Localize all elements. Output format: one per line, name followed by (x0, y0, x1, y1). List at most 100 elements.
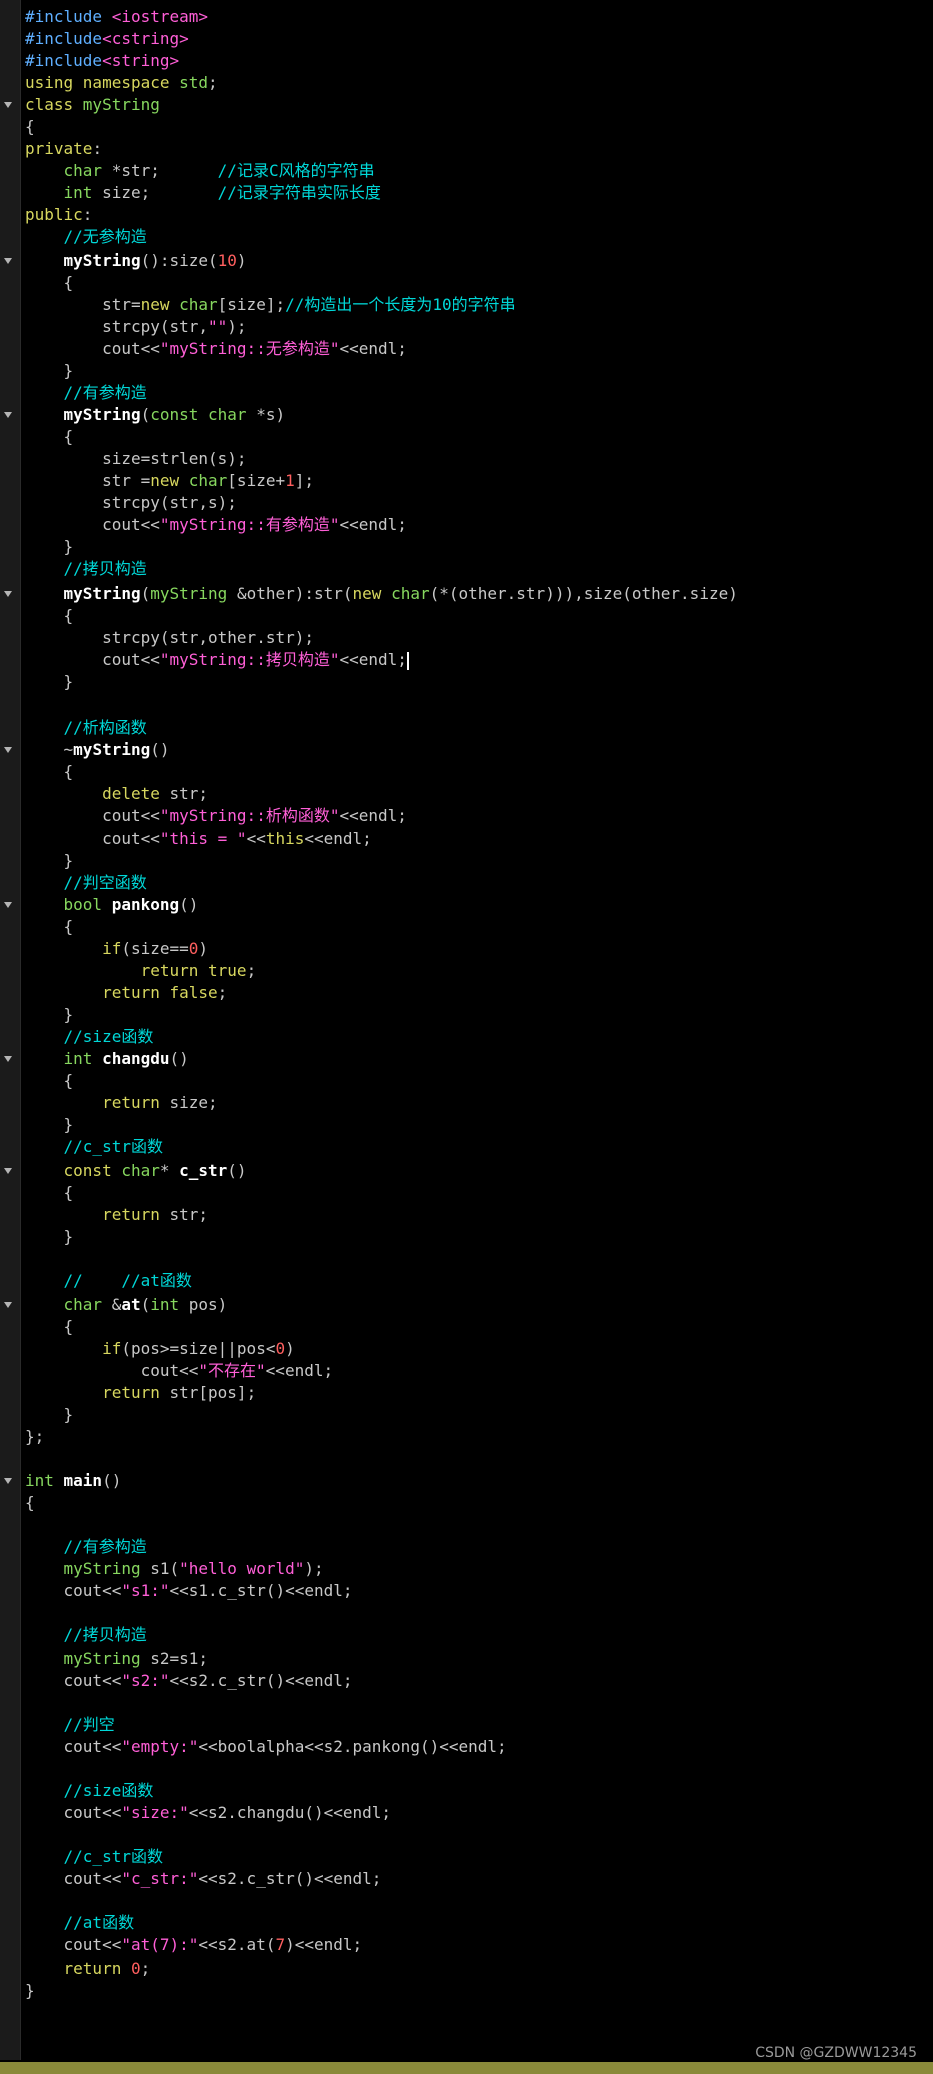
code-line[interactable]: //拷贝构造 (25, 559, 147, 579)
fold-toggle-icon[interactable] (4, 1056, 12, 1062)
code-line[interactable]: myString(myString &other):str(new char(*… (25, 584, 738, 604)
code-line[interactable]: return size; (25, 1093, 218, 1113)
code-line[interactable]: { (25, 1317, 74, 1337)
code-line[interactable]: cout<<"myString::无参构造"<<endl; (25, 339, 407, 359)
code-line[interactable]: //有参构造 (25, 383, 147, 403)
code-line[interactable]: { (25, 117, 35, 137)
code-line[interactable]: cout<<"size:"<<s2.changdu()<<endl; (25, 1803, 392, 1823)
code-line[interactable]: size=strlen(s); (25, 449, 247, 469)
code-line[interactable]: using namespace std; (25, 73, 227, 93)
code-line[interactable]: cout<<"s1:"<<s1.c_str()<<endl; (25, 1581, 353, 1601)
code-line[interactable]: //c_str函数 (25, 1137, 163, 1157)
code-line[interactable]: strcpy(str,other.str); (25, 628, 314, 648)
fold-toggle-icon[interactable] (4, 412, 12, 418)
code-line[interactable]: { (25, 1183, 74, 1203)
code-line[interactable]: cout<<"s2:"<<s2.c_str()<<endl; (25, 1671, 353, 1691)
code-editor[interactable]: #include <iostream> #include<cstring> #inc… (0, 0, 933, 2074)
code-line[interactable]: #include<cstring> (25, 29, 189, 49)
fold-toggle-icon[interactable] (4, 1302, 12, 1308)
code-line[interactable]: } (25, 851, 74, 871)
code-line[interactable]: int main() (25, 1471, 121, 1491)
code-line[interactable]: } (25, 537, 74, 557)
code-line[interactable]: cout<<"at(7):"<<s2.at(7)<<endl; (25, 1935, 363, 1955)
code-line[interactable]: cout<<"empty:"<<boolalpha<<s2.pankong()<… (25, 1737, 507, 1757)
fold-toggle-icon[interactable] (4, 747, 12, 753)
code-line[interactable]: return true; (25, 961, 257, 981)
code-line[interactable]: { (25, 917, 74, 937)
code-line[interactable]: //c_str函数 (25, 1847, 163, 1867)
code-line[interactable]: } (25, 361, 74, 381)
code-line[interactable]: if(pos>=size||pos<0) (25, 1339, 295, 1359)
code-line[interactable]: cout<<"不存在"<<endl; (25, 1361, 334, 1381)
code-line[interactable]: } (25, 1405, 74, 1425)
code-line[interactable]: strcpy(str,""); (25, 317, 247, 337)
code-line[interactable]: #include<string> (25, 51, 179, 71)
code-line[interactable]: bool pankong() (25, 895, 199, 915)
code-line[interactable]: //有参构造 (25, 1537, 147, 1557)
fold-toggle-icon[interactable] (4, 102, 12, 108)
code-line[interactable]: delete str; (25, 784, 208, 804)
code-line[interactable]: cout<<"myString::拷贝构造"<<endl; (25, 650, 409, 670)
fold-toggle-icon[interactable] (4, 1478, 12, 1484)
code-line[interactable]: { (25, 762, 74, 782)
code-line[interactable]: //size函数 (25, 1781, 154, 1801)
code-line[interactable]: { (25, 1493, 35, 1513)
code-line[interactable]: } (25, 1115, 74, 1135)
code-line[interactable]: myString s2=s1; (25, 1649, 209, 1669)
fold-toggle-icon[interactable] (4, 258, 12, 264)
code-line[interactable]: } (25, 1981, 35, 2001)
code-token: //判空 (63, 1715, 115, 1734)
code-line[interactable]: { (25, 427, 74, 447)
code-line[interactable]: //拷贝构造 (25, 1625, 147, 1645)
code-line[interactable]: cout<<"myString::有参构造"<<endl; (25, 515, 407, 535)
code-line[interactable]: str=new char[size];//构造出一个长度为10的字符串 (25, 295, 516, 315)
code-line[interactable]: strcpy(str,s); (25, 493, 237, 513)
code-line[interactable]: private: (25, 139, 102, 159)
code-line[interactable]: //判空 (25, 1715, 115, 1735)
code-line[interactable]: { (25, 1071, 74, 1091)
code-token: //size函数 (63, 1027, 154, 1046)
code-line[interactable]: char *str; //记录C风格的字符串 (25, 161, 375, 181)
code-token: <<s2.at( (198, 1935, 276, 1954)
fold-toggle-icon[interactable] (4, 1168, 12, 1174)
code-line[interactable]: cout<<"myString::析构函数"<<endl; (25, 806, 407, 826)
code-line[interactable]: cout<<"this = "<<this<<endl; (25, 829, 372, 849)
code-line[interactable]: ~myString() (25, 740, 170, 760)
code-token: <<s2.c_str()<<endl; (198, 1869, 382, 1888)
code-line[interactable]: char &at(int pos) (25, 1295, 228, 1315)
code-line[interactable]: public: (25, 205, 92, 225)
code-line[interactable]: myString():size(10) (25, 251, 247, 271)
code-line[interactable]: //size函数 (25, 1027, 154, 1047)
code-line[interactable]: return 0; (25, 1959, 151, 1979)
code-line[interactable]: return str; (25, 1205, 208, 1225)
code-line[interactable]: } (25, 1227, 74, 1247)
code-line[interactable]: } (25, 1005, 74, 1025)
code-line[interactable]: }; (25, 1427, 44, 1447)
code-line[interactable]: //判空函数 (25, 873, 147, 893)
fold-toggle-icon[interactable] (4, 902, 12, 908)
code-line[interactable]: //析构函数 (25, 718, 147, 738)
code-line[interactable]: // //at函数 (25, 1271, 192, 1291)
code-line[interactable]: str =new char[size+1]; (25, 471, 314, 491)
code-line[interactable]: return str[pos]; (25, 1383, 256, 1403)
code-line[interactable]: int size; //记录字符串实际长度 (25, 183, 381, 203)
code-line[interactable]: class myString (25, 95, 160, 115)
code-line[interactable]: #include <iostream> (25, 7, 208, 27)
code-token: delete (102, 784, 170, 803)
code-line[interactable]: } (25, 672, 74, 692)
code-line[interactable]: { (25, 606, 74, 626)
code-line[interactable]: myString(const char *s) (25, 405, 286, 425)
code-token: myString (63, 1559, 151, 1578)
code-line[interactable]: return false; (25, 983, 227, 1003)
code-line[interactable]: cout<<"c_str:"<<s2.c_str()<<endl; (25, 1869, 382, 1889)
code-line[interactable]: myString s1("hello world"); (25, 1559, 324, 1579)
code-line[interactable]: //at函数 (25, 1913, 135, 1933)
code-line[interactable]: int changdu() (25, 1049, 189, 1069)
code-line[interactable]: //无参构造 (25, 227, 147, 247)
code-line[interactable]: if(size==0) (25, 939, 208, 959)
code-line[interactable]: { (25, 273, 74, 293)
fold-toggle-icon[interactable] (4, 591, 12, 597)
code-line[interactable]: const char* c_str() (25, 1161, 247, 1181)
